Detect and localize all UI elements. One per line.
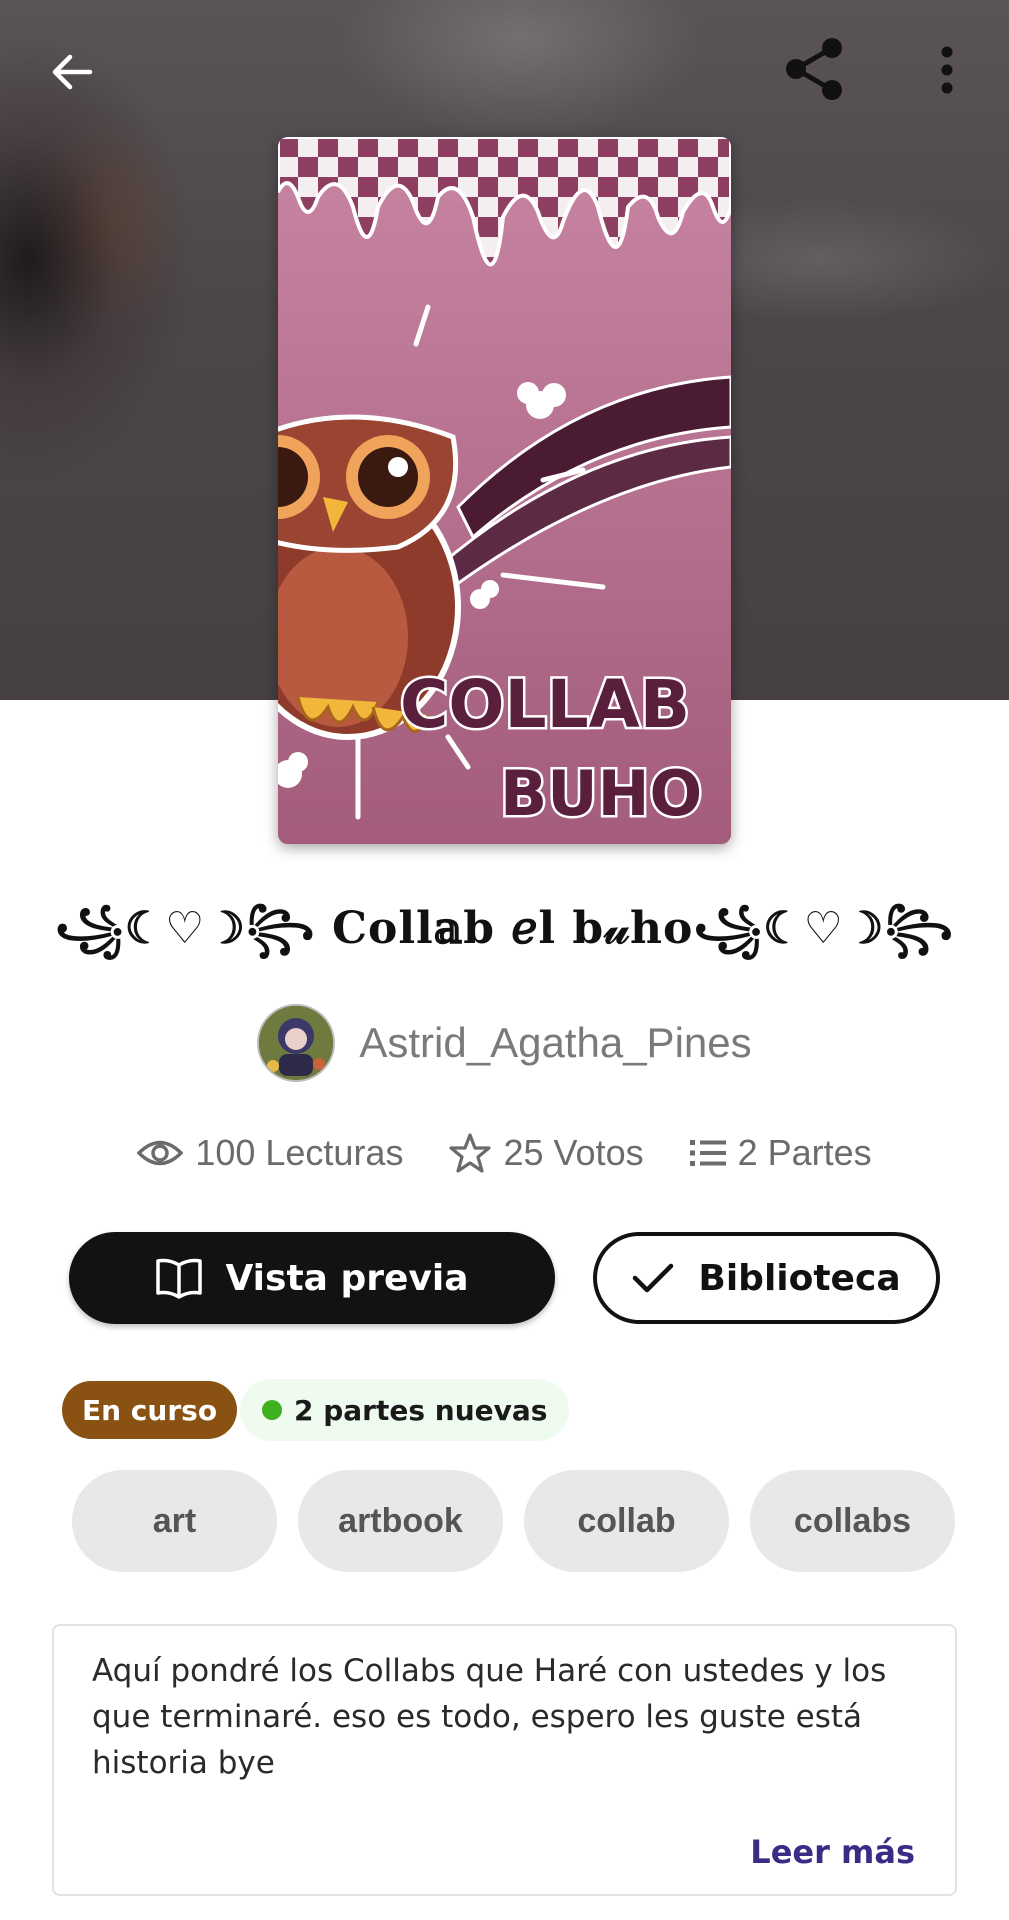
reads-count: 100 Lecturas (195, 1132, 404, 1173)
parts-stat: 2 Partes (689, 1132, 872, 1174)
story-title: ꧁☾♡☽꧂ Coll𝕒b 𝑒l b𝓊ho꧁☾♡☽꧂ (54, 903, 955, 954)
author-name[interactable]: Astrid_Agatha_Pines (359, 1019, 751, 1067)
read-more-link[interactable]: Leer más (750, 1833, 915, 1871)
votes-count: 25 Votos (503, 1132, 644, 1173)
story-stats: 100 Lecturas 25 Votos 2 Partes (0, 1125, 1009, 1181)
star-icon (449, 1133, 492, 1173)
library-button[interactable]: Biblioteca (593, 1232, 940, 1324)
cover-title-line1: COLLAB (400, 666, 690, 743)
tag-chip[interactable]: art (72, 1470, 277, 1572)
back-button[interactable] (30, 30, 114, 114)
check-icon (633, 1263, 674, 1293)
story-cover[interactable]: COLLAB BUHO (278, 137, 731, 844)
book-open-icon (156, 1258, 203, 1299)
author-row[interactable]: Astrid_Agatha_Pines (0, 1003, 1009, 1083)
reads-stat: 100 Lecturas (137, 1132, 403, 1174)
votes-stat: 25 Votos (449, 1132, 644, 1174)
library-button-label: Biblioteca (698, 1257, 901, 1299)
list-icon (689, 1140, 726, 1166)
status-badge: En curso (62, 1381, 238, 1439)
description-card: Aquí pondré los Collabs que Haré con ust… (52, 1624, 957, 1896)
share-icon (786, 38, 842, 100)
description-text: Aquí pondré los Collabs que Haré con ust… (92, 1653, 887, 1781)
arrow-left-icon (52, 54, 93, 90)
share-button[interactable] (770, 24, 860, 114)
more-vertical-icon (941, 46, 953, 94)
cover-title-line2: BUHO (500, 757, 702, 830)
preview-button[interactable]: Vista previa (69, 1232, 555, 1324)
tag-chip[interactable]: artbook (298, 1470, 503, 1572)
green-dot-icon (262, 1400, 282, 1420)
parts-count: 2 Partes (737, 1132, 872, 1173)
tags-list: art artbook collab collabs (72, 1470, 955, 1572)
tag-chip[interactable]: collab (524, 1470, 729, 1572)
new-parts-label: 2 partes nuevas (294, 1393, 548, 1427)
eye-icon (137, 1140, 184, 1166)
preview-button-label: Vista previa (225, 1257, 469, 1299)
new-parts-badge: 2 partes nuevas (240, 1379, 570, 1441)
tag-chip[interactable]: collabs (750, 1470, 955, 1572)
more-options-button[interactable] (912, 30, 982, 110)
author-avatar[interactable] (257, 1004, 336, 1082)
